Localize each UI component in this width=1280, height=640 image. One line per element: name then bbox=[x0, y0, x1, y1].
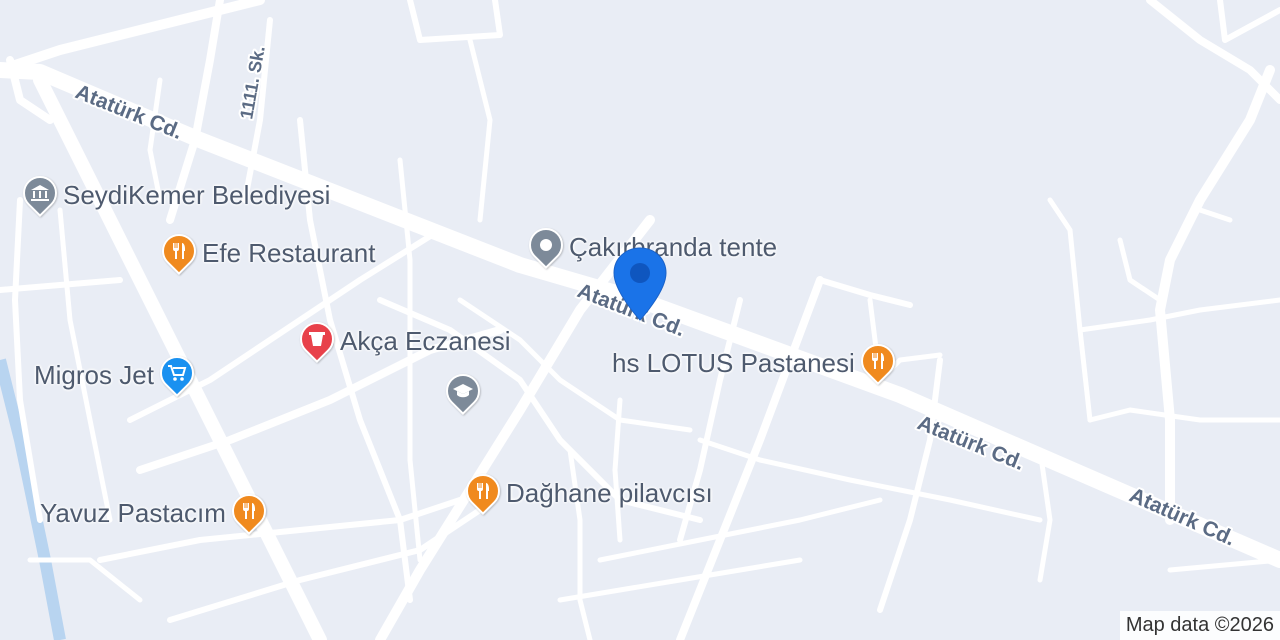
poi-label: Dağhane pilavcısı bbox=[506, 477, 713, 508]
road-label-ataturk-4: Atatürk Cd. bbox=[1126, 484, 1239, 551]
map-attribution[interactable]: Map data ©2026 bbox=[1119, 611, 1280, 640]
poi-label: SeydiKemer Belediyesi bbox=[63, 179, 331, 210]
poi-label: Yavuz Pastacım bbox=[40, 497, 226, 528]
fork-knife-icon bbox=[853, 336, 902, 386]
poi-label: hs LOTUS Pastanesi bbox=[612, 347, 855, 378]
poi-efe-restaurant[interactable]: Efe Restaurant bbox=[154, 226, 376, 276]
graduation-cap-icon bbox=[438, 366, 488, 416]
poi-akca-eczanesi[interactable]: Akça Eczanesi bbox=[292, 314, 511, 364]
fork-knife-icon bbox=[224, 486, 273, 536]
poi-hs-lotus-pastanesi[interactable]: hs LOTUS Pastanesi bbox=[612, 336, 902, 386]
poi-label: Efe Restaurant bbox=[202, 237, 376, 268]
fork-knife-icon bbox=[458, 466, 508, 516]
poi-daghane-pilavcisi[interactable]: Dağhane pilavcısı bbox=[458, 466, 713, 516]
poi-label: Migros Jet bbox=[34, 359, 154, 390]
city-hall-icon bbox=[15, 168, 65, 218]
poi-seydikemer-belediyesi[interactable]: SeydiKemer Belediyesi bbox=[15, 168, 331, 218]
poi-school[interactable] bbox=[438, 366, 488, 416]
location-pin-icon[interactable] bbox=[612, 246, 668, 322]
pharmacy-icon bbox=[292, 314, 342, 364]
poi-yavuz-pastacim[interactable]: Yavuz Pastacım bbox=[40, 486, 273, 536]
map-pin-icon bbox=[521, 220, 571, 270]
fork-knife-icon bbox=[154, 226, 204, 276]
poi-migros-jet[interactable]: Migros Jet bbox=[34, 348, 201, 398]
poi-label: Akça Eczanesi bbox=[340, 325, 511, 356]
poi-label: Çakırbranda tente bbox=[569, 231, 778, 262]
shopping-cart-icon bbox=[152, 348, 201, 398]
road-label-ataturk-1: Atatürk Cd. bbox=[72, 80, 186, 144]
map-canvas[interactable]: Atatürk Cd. Atatürk Cd. Atatürk Cd. Atat… bbox=[0, 0, 1280, 640]
